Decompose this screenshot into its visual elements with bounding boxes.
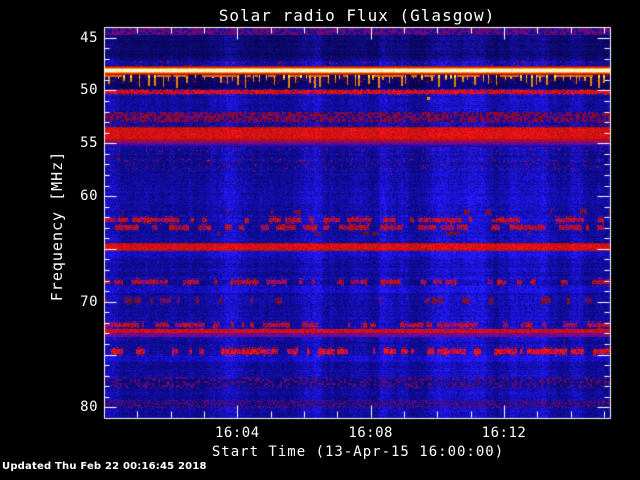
spectrogram-app-window: Solar radio Flux (Glasgow) Frequency [MH… <box>0 0 640 480</box>
y-tick-label: 60 <box>80 188 98 205</box>
y-tick-label: 45 <box>80 29 98 46</box>
plot-title: Solar radio Flux (Glasgow) <box>218 6 496 25</box>
y-tick-label: 70 <box>80 293 98 310</box>
y-axis-label: Frequency [MHz] <box>48 150 66 302</box>
x-tick-label: 16:04 <box>215 425 260 441</box>
x-tick-label: 16:08 <box>348 425 393 441</box>
x-tick-label: 16:12 <box>481 425 527 441</box>
x-axis-label: Start Time (13-Apr-15 16:00:00) <box>211 444 505 460</box>
y-tick-label: 50 <box>80 82 98 99</box>
y-tick-label: 80 <box>80 399 98 416</box>
update-timestamp: Updated Thu Feb 22 00:16:45 2018 <box>2 461 207 472</box>
y-tick-label: 55 <box>80 135 98 152</box>
